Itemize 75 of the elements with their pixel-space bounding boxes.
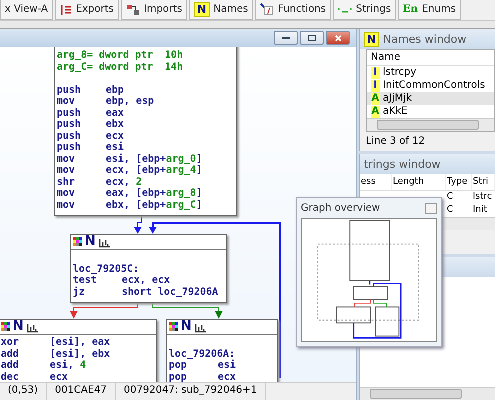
- code-line: arg_C= dword ptr 14h: [57, 62, 184, 73]
- toolbar-tab[interactable]: Functions: [255, 0, 332, 20]
- code-line: push ebp: [57, 84, 124, 96]
- toolbar-tab[interactable]: N Names: [189, 0, 254, 20]
- name-type-icon: I: [371, 66, 380, 78]
- toolbar-tab[interactable]: x View-A: [0, 0, 54, 20]
- close-button[interactable]: [425, 202, 437, 214]
- minimize-button[interactable]: [274, 31, 298, 45]
- window-title: Graph overview: [301, 202, 380, 214]
- toolbar-tab[interactable]: Imports: [121, 0, 188, 20]
- code-line: mov esi, [ebp+arg_0]: [57, 154, 204, 164]
- code-line: test ecx, ecx: [73, 275, 172, 286]
- table-cell-text: Init: [472, 204, 488, 217]
- minimize-icon: [282, 36, 290, 40]
- table-cell-text: C: [446, 191, 454, 204]
- code-line: push ecx: [57, 130, 126, 142]
- name-type-icon: A: [371, 92, 380, 104]
- table-cell-text: lstrc: [472, 191, 494, 204]
- imports-icon: [126, 4, 140, 16]
- names-icon[interactable]: N: [181, 321, 192, 333]
- palette-icon[interactable]: [73, 237, 83, 247]
- status-text: 00792047: sub_792046+1: [116, 383, 266, 400]
- code-line: mov ebx, [ebp+arg_C]: [57, 200, 204, 211]
- toolbar-tab[interactable]: Exports: [55, 0, 120, 20]
- list-row[interactable]: A aJjMjk: [367, 92, 494, 105]
- scrollbar[interactable]: [360, 387, 495, 400]
- bar-chart-icon[interactable]: [194, 322, 206, 332]
- window-title: Names window: [383, 32, 467, 46]
- code-line: push eax: [57, 108, 126, 118]
- code-line: push ebx: [57, 119, 126, 130]
- exports-icon: [60, 4, 72, 16]
- code-line: dec ecx: [1, 372, 70, 382]
- code-line: loc_79205C:: [73, 264, 140, 275]
- maximize-button[interactable]: [300, 31, 324, 45]
- code-line: mov ecx, [ebp+arg_4]: [57, 165, 204, 176]
- name-type-icon: A: [371, 106, 380, 118]
- status-text: 001CAE47: [47, 383, 116, 400]
- code-line: pop esi: [169, 360, 238, 372]
- code-line: pop ecx: [169, 372, 238, 382]
- code-line: xor [esi], eax: [1, 337, 112, 348]
- column-header[interactable]: Length: [392, 174, 446, 191]
- code-line: shr ecx, 2: [57, 176, 144, 188]
- toolbar-tab[interactable]: En Enums: [398, 0, 462, 20]
- maximize-icon: [308, 35, 316, 41]
- code-line: add [esi], ebx: [1, 348, 112, 360]
- palette-icon[interactable]: [169, 322, 179, 332]
- names-icon: N: [364, 32, 380, 46]
- code-line: loc_79206A:: [169, 348, 236, 360]
- code-line: mov eax, [ebp+arg_8]: [57, 188, 204, 200]
- table-cell-text: C: [446, 204, 454, 217]
- strings-icon: [338, 6, 352, 14]
- code-line: jz short loc_79206A: [73, 286, 220, 298]
- bar-chart-icon[interactable]: [26, 322, 38, 332]
- code-line: push esi: [57, 142, 126, 154]
- column-header[interactable]: Stri: [472, 174, 495, 191]
- code-line: add esi, 4: [1, 360, 88, 372]
- close-button[interactable]: [326, 31, 350, 45]
- function-icon: [260, 3, 274, 16]
- palette-icon[interactable]: [1, 322, 11, 332]
- code-line: arg_8= dword ptr 10h: [57, 50, 184, 62]
- scrollbar[interactable]: [367, 118, 494, 131]
- name-type-icon: I: [371, 80, 380, 92]
- names-icon[interactable]: N: [13, 321, 24, 333]
- names-icon: N: [194, 2, 210, 17]
- window-title: trings window: [364, 158, 441, 170]
- close-icon: [334, 34, 342, 42]
- column-header[interactable]: ess: [360, 174, 392, 191]
- code-line: mov ebp, esp: [57, 96, 156, 108]
- enums-icon: En: [403, 4, 418, 15]
- names-icon[interactable]: N: [85, 236, 96, 248]
- column-header[interactable]: Type: [446, 174, 472, 191]
- bar-chart-icon[interactable]: [98, 236, 110, 248]
- status-text: (0,53): [0, 383, 48, 400]
- toolbar-tab[interactable]: Strings: [333, 0, 396, 20]
- status-text: Line 3 of 12: [365, 135, 426, 149]
